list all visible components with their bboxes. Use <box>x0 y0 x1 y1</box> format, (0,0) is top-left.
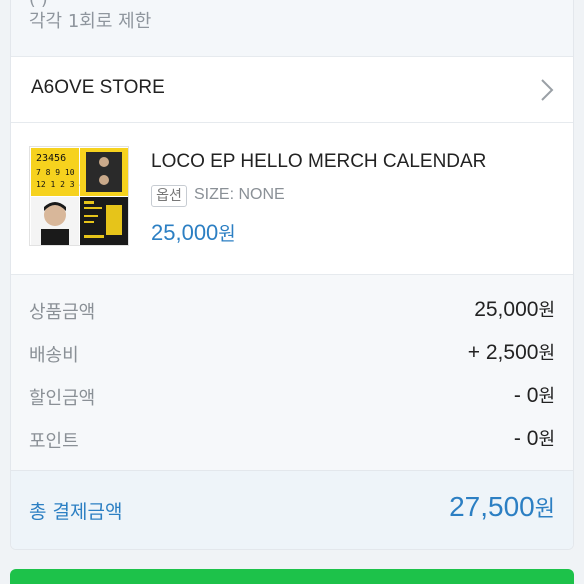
summary-row-points: 포인트 - 0원 <box>11 417 573 457</box>
summary-value: + 2,500원 <box>468 339 555 365</box>
product-price-unit: 원 <box>218 224 236 245</box>
summary-label: 포인트 <box>29 431 79 452</box>
summary-row-shipping: 배송비 + 2,500원 <box>11 331 573 371</box>
notice-limit-text: 각각 1회로 제한 <box>29 11 152 32</box>
product-thumbnail[interactable]: 23456 7 8 9 10 11 12 1 2 3 4 <box>29 146 129 246</box>
thumbnail-text-3: 12 1 2 3 4 <box>36 180 85 189</box>
store-name: A6OVE STORE <box>31 77 165 98</box>
summary-unit: 원 <box>538 343 555 363</box>
price-summary: 상품금액 25,000원 배송비 + 2,500원 할인금액 - 0원 포인트 … <box>11 275 573 471</box>
summary-unit: 원 <box>538 386 555 406</box>
summary-unit: 원 <box>538 300 555 320</box>
summary-value: - 0원 <box>514 382 555 408</box>
product-price-value: 25,000 <box>151 220 219 245</box>
summary-value: - 0원 <box>514 425 555 451</box>
summary-value: 25,000원 <box>474 296 555 322</box>
option-value: SIZE: NONE <box>194 186 285 203</box>
purchase-limit-notice: ( ) 각각 1회로 제한 <box>11 0 573 57</box>
pay-button[interactable] <box>10 569 574 584</box>
thumbnail-calendar-page: 23456 7 8 9 10 11 12 1 2 3 4 <box>31 148 89 196</box>
summary-amount: - 0 <box>513 384 539 407</box>
thumbnail-text-1: 23456 <box>36 153 67 164</box>
product-item: 23456 7 8 9 10 11 12 1 2 3 4 LOCO EP HEL… <box>11 123 573 275</box>
total-amount: 27,500 <box>449 491 535 522</box>
product-title[interactable]: LOCO EP HELLO MERCH CALENDAR <box>151 151 486 173</box>
summary-amount: - 0 <box>513 427 539 450</box>
store-row[interactable]: A6OVE STORE <box>11 57 573 123</box>
summary-unit: 원 <box>538 429 555 449</box>
thumbnail-photo-strip <box>80 148 128 196</box>
summary-row-discount: 할인금액 - 0원 <box>11 374 573 414</box>
summary-label: 할인금액 <box>29 388 96 409</box>
summary-label: 상품금액 <box>29 302 96 323</box>
total-label: 총 결제금액 <box>29 501 123 523</box>
summary-amount: 25,000 <box>474 298 539 321</box>
total-value: 27,500원 <box>449 491 555 523</box>
thumbnail-portrait <box>31 197 79 245</box>
total-payment: 총 결제금액 27,500원 <box>11 471 573 549</box>
summary-row-product-amount: 상품금액 25,000원 <box>11 288 573 328</box>
order-card: ( ) 각각 1회로 제한 A6OVE STORE 23456 7 8 9 10… <box>10 0 574 550</box>
chevron-right-icon <box>541 79 554 101</box>
thumbnail-poster <box>80 197 128 245</box>
summary-label: 배송비 <box>29 345 79 366</box>
total-unit: 원 <box>534 496 555 521</box>
summary-amount: + 2,500 <box>467 341 539 364</box>
product-price: 25,000원 <box>151 219 236 246</box>
option-badge: 옵션 <box>151 185 187 207</box>
